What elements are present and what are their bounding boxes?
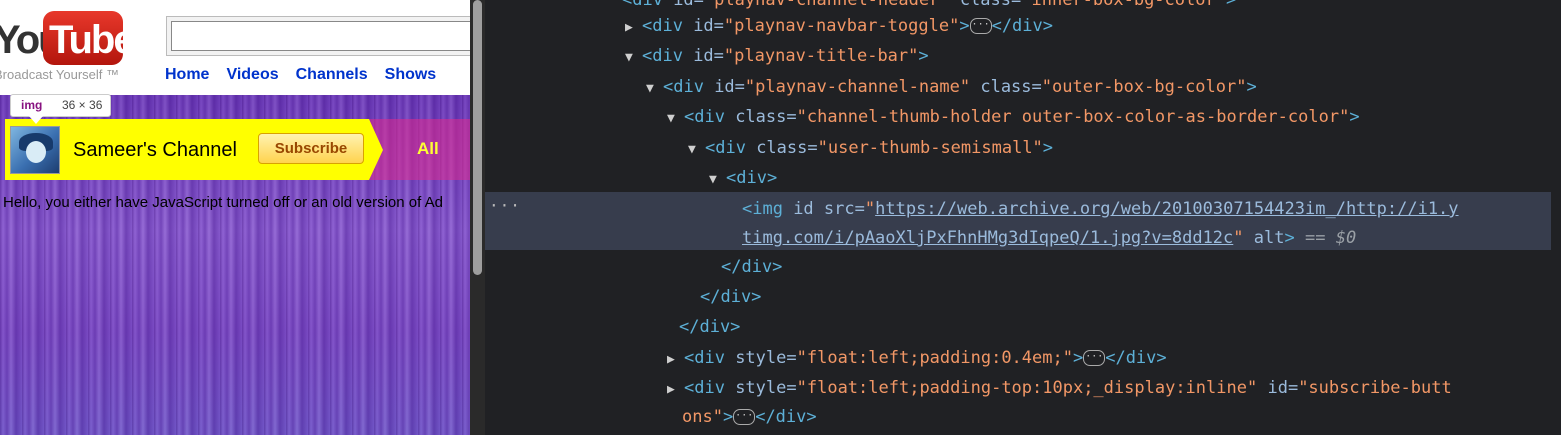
- ellipsis-icon[interactable]: ···: [969, 18, 992, 34]
- console-ref: $0: [1335, 228, 1357, 248]
- dom-node-div[interactable]: ▼ <div>: [709, 163, 777, 193]
- nav-home[interactable]: Home: [165, 66, 209, 83]
- channel-title: Sameer's Channel: [73, 139, 237, 161]
- avatar-face: [26, 141, 46, 163]
- dom-node-channel-name[interactable]: ▼ <div id="playnav-channel-name" class="o…: [646, 72, 1257, 102]
- expand-triangle-icon[interactable]: ▶: [667, 375, 684, 405]
- attr-name: id: [673, 0, 694, 10]
- dom-node-img[interactable]: <img id src="https://web.archive.org/web…: [742, 194, 1459, 224]
- tooltip-tag: img: [21, 98, 43, 112]
- expand-triangle-icon[interactable]: ▶: [667, 345, 684, 375]
- attr-value: "playnav-channel-header": [703, 0, 950, 10]
- dom-node-navbar-toggle[interactable]: ▶ <div id="playnav-navbar-toggle"> ··· </di…: [625, 11, 1053, 41]
- tag-close: >: [1225, 0, 1237, 10]
- dom-node-img-cont[interactable]: timg.com/i/pAaoXljPxFhnHMg3dIqpeQ/1.jpg?…: [742, 223, 1356, 253]
- dom-node-padding-div[interactable]: ▶ <div style="float:left;padding:0.4em;">…: [667, 343, 1167, 373]
- scrollbar-thumb[interactable]: [473, 0, 482, 275]
- dom-node-user-thumb[interactable]: ▼ <div class="user-thumb-semismall">: [688, 133, 1053, 163]
- nav-videos[interactable]: Videos: [226, 66, 278, 83]
- page-scrollbar[interactable]: [470, 0, 485, 435]
- dom-node-thumb-holder[interactable]: ▼ <div class="channel-thumb-holder outer-…: [667, 102, 1360, 132]
- img-src-link[interactable]: timg.com/i/pAaoXljPxFhnHMg3dIqpeQ/1.jpg?…: [742, 228, 1233, 248]
- channel-name-arrow: [369, 119, 383, 180]
- tooltip-arrow: [29, 116, 43, 124]
- subscribe-button[interactable]: Subscribe: [258, 133, 364, 164]
- collapse-triangle-icon[interactable]: ▼: [688, 135, 705, 165]
- expand-triangle-icon[interactable]: ▶: [625, 13, 642, 43]
- collapse-triangle-icon[interactable]: ▼: [709, 165, 726, 195]
- dom-node-subscribe-buttons-cont[interactable]: ons"> ··· </div>: [682, 402, 817, 432]
- javascript-warning: Hello, you either have JavaScript turned…: [3, 194, 443, 211]
- attr-value: "inner-box-bg-color": [1021, 0, 1226, 10]
- node-actions-dots-icon[interactable]: ···: [489, 196, 521, 215]
- channel-avatar[interactable]: [10, 126, 60, 174]
- tag-open: <div: [622, 0, 674, 10]
- devtools-elements-panel: <div id="playnav-channel-header" class="…: [485, 0, 1561, 435]
- dom-closing-tag[interactable]: </div>: [721, 252, 782, 282]
- collapse-triangle-icon[interactable]: ▼: [667, 104, 684, 134]
- site-header: You Tube Broadcast Yourself ™ Home Videos…: [0, 0, 470, 95]
- ellipsis-icon[interactable]: ···: [1083, 350, 1106, 366]
- nav-shows[interactable]: Shows: [385, 66, 437, 83]
- equals-marker: ==: [1305, 228, 1326, 248]
- nav-channels[interactable]: Channels: [296, 66, 368, 83]
- page-viewport: You Tube Broadcast Yourself ™ Home Videos…: [0, 0, 470, 435]
- top-nav: Home Videos Channels Shows: [165, 66, 453, 84]
- collapse-triangle-icon[interactable]: ▼: [625, 43, 642, 73]
- img-src-link[interactable]: https://web.archive.org/web/201003071544…: [875, 199, 1458, 219]
- slogan: Broadcast Yourself ™: [0, 67, 120, 82]
- dom-closing-tag[interactable]: </div>: [679, 312, 740, 342]
- ellipsis-icon[interactable]: ···: [733, 409, 756, 425]
- dom-closing-tag[interactable]: </div>: [700, 282, 761, 312]
- dom-node-title-bar[interactable]: ▼ <div id="playnav-title-bar">: [625, 41, 929, 71]
- tab-all[interactable]: All: [417, 139, 439, 159]
- logo-tube-text: Tube: [49, 18, 136, 62]
- inspect-tooltip: img 36 × 36: [10, 94, 111, 124]
- attr-name: class: [959, 0, 1011, 10]
- search-input[interactable]: [171, 21, 470, 51]
- search-box[interactable]: [166, 16, 470, 56]
- tooltip-size: 36 × 36: [62, 98, 103, 112]
- dom-node-subscribe-buttons[interactable]: ▶ <div style="float:left;padding-top:10px…: [667, 373, 1452, 403]
- youtube-logo[interactable]: You Tube: [0, 8, 136, 72]
- collapse-triangle-icon[interactable]: ▼: [646, 74, 663, 104]
